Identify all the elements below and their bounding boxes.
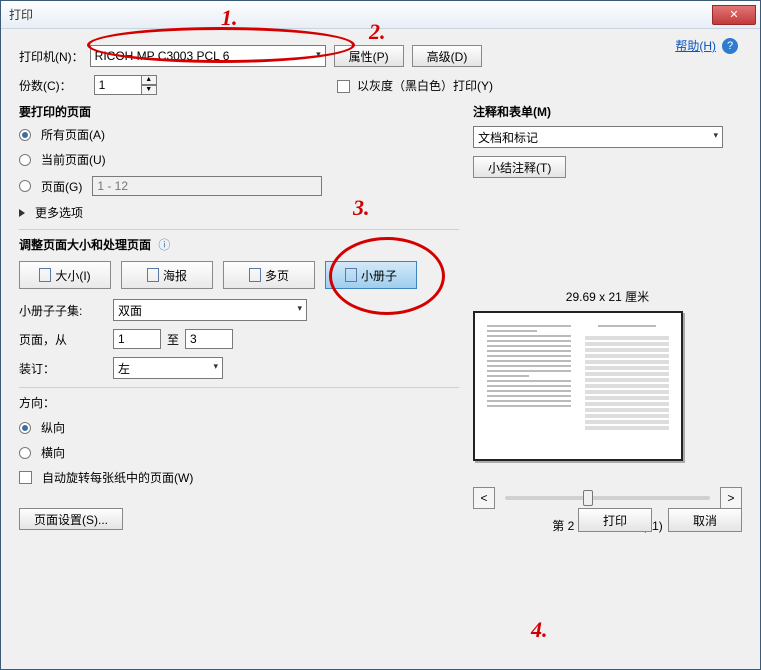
radio-all-label: 所有页面(A) <box>41 126 105 143</box>
booklet-subset-row: 小册子子集: 双面 <box>19 299 459 321</box>
booklet-to-input[interactable]: 3 <box>185 329 233 349</box>
booklet-from-input[interactable]: 1 <box>113 329 161 349</box>
booklet-pages-row: 页面，从 1 至 3 <box>19 329 459 349</box>
tabs: 大小(I) 海报 多页 小册子 <box>19 261 459 289</box>
multi-icon <box>249 268 261 282</box>
preview-nav: < > <box>473 487 742 509</box>
comments-select[interactable]: 文档和标记 <box>473 126 723 148</box>
orient-landscape-label: 横向 <box>41 444 65 461</box>
auto-rotate-checkbox[interactable] <box>19 471 32 484</box>
resize-group: 调整页面大小和处理页面 ⓘ 大小(I) 海报 多页 小册子 小册子子集: 双面 <box>19 236 459 379</box>
comments-title: 注释和表单(M) <box>473 103 742 120</box>
footer: 页面设置(S)... 打印 取消 <box>19 508 742 532</box>
binding-select[interactable]: 左 <box>113 357 223 379</box>
cancel-button[interactable]: 取消 <box>668 508 742 532</box>
titlebar: 打印 ✕ <box>1 1 760 29</box>
help-icon[interactable]: ? <box>722 38 738 54</box>
dialog-body: 帮助(H) ? 打印机(N)： RICOH MP C3003 PCL 6 属性(… <box>1 29 760 544</box>
radio-pages[interactable] <box>19 180 31 192</box>
triangle-icon <box>19 209 25 217</box>
copies-input[interactable]: 1 <box>94 75 142 95</box>
size-icon <box>39 268 51 282</box>
auto-rotate-row[interactable]: 自动旋转每张纸中的页面(W) <box>19 469 459 486</box>
poster-icon <box>147 268 159 282</box>
grayscale-checkbox[interactable] <box>337 80 350 93</box>
close-button[interactable]: ✕ <box>712 5 756 25</box>
printer-value: RICOH MP C3003 PCL 6 <box>95 49 230 63</box>
pages-group-title: 要打印的页面 <box>19 103 459 120</box>
printer-select[interactable]: RICOH MP C3003 PCL 6 <box>90 45 326 67</box>
copies-label: 份数(C)： <box>19 77 72 94</box>
more-options[interactable]: 更多选项 <box>19 204 459 221</box>
window-title: 打印 <box>9 6 712 23</box>
properties-button[interactable]: 属性(P) <box>334 45 404 67</box>
preview-area: 29.69 x 21 厘米 <box>473 288 742 534</box>
info-icon[interactable]: ⓘ <box>158 238 170 252</box>
more-options-label: 更多选项 <box>35 204 83 221</box>
auto-rotate-label: 自动旋转每张纸中的页面(W) <box>42 469 193 486</box>
preview-sheet <box>473 311 683 461</box>
radio-pages-row[interactable]: 页面(G) 1 - 12 <box>19 176 459 196</box>
resize-title: 调整页面大小和处理页面 ⓘ <box>19 236 459 253</box>
binding-row: 装订： 左 <box>19 357 459 379</box>
orient-portrait-row[interactable]: 纵向 <box>19 419 459 436</box>
preview-right-page <box>581 321 673 451</box>
radio-current-label: 当前页面(U) <box>41 151 106 168</box>
radio-landscape[interactable] <box>19 447 31 459</box>
binding-label: 装订： <box>19 360 107 377</box>
tab-multi[interactable]: 多页 <box>223 261 315 289</box>
booklet-pages-label: 页面，从 <box>19 331 107 348</box>
columns: 要打印的页面 所有页面(A) 当前页面(U) 页面(G) 1 - 12 <box>19 103 742 534</box>
orient-label: 方向： <box>19 394 55 411</box>
radio-pages-label: 页面(G) <box>41 178 82 195</box>
summarize-comments-button[interactable]: 小结注释(T) <box>473 156 566 178</box>
orient-portrait-label: 纵向 <box>41 419 65 436</box>
divider <box>19 229 459 230</box>
prev-page-button[interactable]: < <box>473 487 495 509</box>
print-dialog: 打印 ✕ 帮助(H) ? 打印机(N)： RICOH MP C3003 PCL … <box>0 0 761 670</box>
footer-right: 打印 取消 <box>570 508 742 532</box>
radio-current-row[interactable]: 当前页面(U) <box>19 151 459 168</box>
page-range-input[interactable]: 1 - 12 <box>92 176 322 196</box>
grayscale-option[interactable]: 以灰度（黑白色）打印(Y) <box>337 77 493 94</box>
slider-thumb[interactable] <box>583 490 593 506</box>
help-area: 帮助(H) ? <box>675 37 738 54</box>
next-page-button[interactable]: > <box>720 487 742 509</box>
page-setup-button[interactable]: 页面设置(S)... <box>19 508 123 530</box>
preview-left-page <box>483 321 575 451</box>
booklet-to-label: 至 <box>167 331 179 348</box>
booklet-subset-label: 小册子子集: <box>19 302 107 319</box>
spin-down[interactable]: ▼ <box>141 85 157 95</box>
tab-booklet[interactable]: 小册子 <box>325 261 417 289</box>
annotation-4: 4. <box>531 617 548 643</box>
spin-up[interactable]: ▲ <box>141 75 157 85</box>
divider2 <box>19 387 459 388</box>
orient-landscape-row[interactable]: 横向 <box>19 444 459 461</box>
radio-portrait[interactable] <box>19 422 31 434</box>
copies-row: 份数(C)： 1 ▲ ▼ 以灰度（黑白色）打印(Y) <box>19 75 742 95</box>
radio-current[interactable] <box>19 154 31 166</box>
booklet-subset-select[interactable]: 双面 <box>113 299 307 321</box>
orientation-group: 方向： 纵向 横向 自动旋转每张纸中的页面(W) <box>19 394 459 486</box>
page-slider[interactable] <box>505 496 710 500</box>
printer-label: 打印机(N)： <box>19 48 84 65</box>
radio-all[interactable] <box>19 129 31 141</box>
preview-spread <box>483 321 673 451</box>
tab-size[interactable]: 大小(I) <box>19 261 111 289</box>
tab-poster[interactable]: 海报 <box>121 261 213 289</box>
booklet-icon <box>345 268 357 282</box>
help-link[interactable]: 帮助(H) <box>675 37 716 54</box>
left-column: 要打印的页面 所有页面(A) 当前页面(U) 页面(G) 1 - 12 <box>19 103 459 534</box>
right-column: 注释和表单(M) 文档和标记 小结注释(T) 29.69 x 21 厘米 <box>473 103 742 534</box>
orient-label-row: 方向： <box>19 394 459 411</box>
radio-all-row[interactable]: 所有页面(A) <box>19 126 459 143</box>
printer-row: 打印机(N)： RICOH MP C3003 PCL 6 属性(P) 高级(D) <box>19 45 742 67</box>
grayscale-label: 以灰度（黑白色）打印(Y) <box>357 79 493 93</box>
copies-spinner: ▲ ▼ <box>141 75 157 95</box>
paper-dimensions: 29.69 x 21 厘米 <box>473 288 742 305</box>
print-button[interactable]: 打印 <box>578 508 652 532</box>
comments-group: 注释和表单(M) 文档和标记 小结注释(T) <box>473 103 742 178</box>
advanced-button[interactable]: 高级(D) <box>412 45 483 67</box>
pages-to-print-group: 要打印的页面 所有页面(A) 当前页面(U) 页面(G) 1 - 12 <box>19 103 459 221</box>
